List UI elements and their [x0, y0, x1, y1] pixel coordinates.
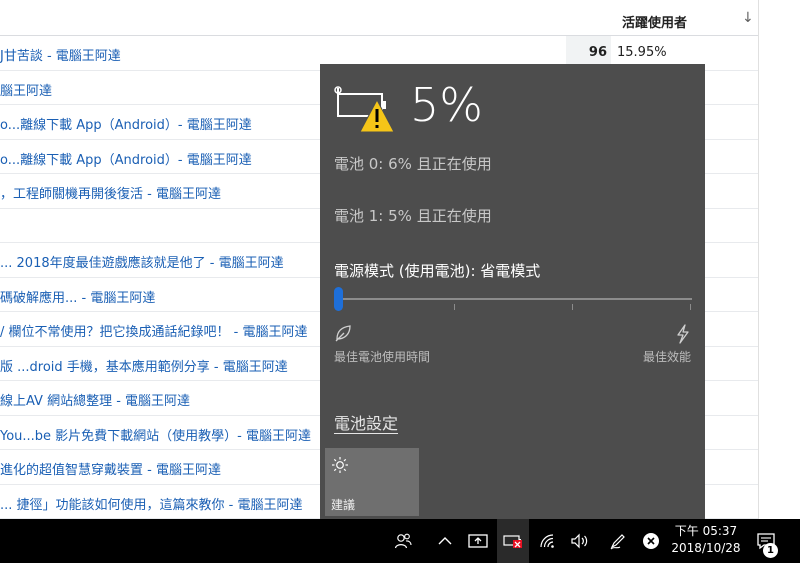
- power-mode-slider-thumb[interactable]: [334, 287, 343, 311]
- page-title-link[interactable]: 腦王阿達: [0, 80, 52, 99]
- taskbar-clock[interactable]: 下午 05:37 2018/10/28: [660, 523, 752, 557]
- page-title-link[interactable]: ，工程師關機再開後復活 - 電腦王阿達: [0, 183, 221, 202]
- best-battery-life-label: 最佳電池使用時間: [334, 350, 431, 364]
- page-title-link[interactable]: / 欄位不常使用？把它換成通話紀錄吧！ - 電腦王阿達: [0, 321, 307, 340]
- scrollbar[interactable]: [758, 0, 800, 519]
- page-title-link[interactable]: o...離線下載 App（Android）- 電腦王阿達: [0, 149, 252, 168]
- battery-warning-icon: [334, 86, 395, 133]
- screen-capture-icon[interactable]: [464, 519, 492, 563]
- battery-percentage: 5%: [410, 78, 483, 132]
- page-title-link[interactable]: o...離線下載 App（Android）- 電腦王阿達: [0, 114, 252, 133]
- pen-icon[interactable]: [604, 519, 632, 563]
- clock-date: 2018/10/28: [671, 541, 741, 555]
- slider-tick: [690, 304, 691, 310]
- volume-icon[interactable]: [566, 519, 594, 563]
- people-icon[interactable]: [388, 519, 418, 563]
- page-title-link[interactable]: 進化的超值智慧穿戴裝置 - 電腦王阿達: [0, 459, 221, 478]
- battery-flyout: 5% 電池 0: 6% 且正在使用 電池 1: 5% 且正在使用 電源模式 (使…: [320, 64, 705, 519]
- active-user-percent: 15.95%: [617, 45, 667, 60]
- page-title-link[interactable]: ... 捷徑」功能該如何使用，這篇來教你 - 電腦王阿達: [0, 494, 303, 513]
- page-title-link[interactable]: J甘苦談 - 電腦王阿達: [0, 45, 121, 64]
- power-mode-slider-track[interactable]: [334, 298, 692, 300]
- wifi-icon[interactable]: [534, 519, 562, 563]
- page-title-link[interactable]: You...be 影片免費下載網站（使用教學）- 電腦王阿達: [0, 425, 311, 444]
- slider-tick: [454, 304, 455, 310]
- slider-tick: [572, 304, 573, 310]
- lightning-icon: [677, 324, 689, 344]
- sort-arrow-icon[interactable]: ↓: [742, 10, 754, 26]
- battery-1-status: 電池 1: 5% 且正在使用: [334, 207, 492, 225]
- clock-time: 下午 05:37: [674, 524, 738, 538]
- page-title-link[interactable]: 線上AV 網站總整理 - 電腦王阿達: [0, 390, 190, 409]
- brightness-icon: [332, 457, 348, 473]
- battery-tray-icon[interactable]: [497, 519, 529, 563]
- table-header: 活躍使用者 ↓: [0, 0, 758, 36]
- battery-settings-link[interactable]: 電池設定: [334, 410, 398, 434]
- notification-count-badge: 1: [763, 543, 778, 558]
- suggestion-tile-label: 建議: [331, 498, 356, 512]
- best-performance-label: 最佳效能: [642, 350, 691, 364]
- chevron-up-icon[interactable]: [432, 519, 458, 563]
- leaf-icon: [335, 325, 351, 342]
- power-mode-label: 電源模式 (使用電池): 省電模式: [334, 262, 541, 280]
- suggestion-tile[interactable]: 建議: [325, 448, 419, 516]
- page-title-link[interactable]: ... 2018年度最佳遊戲應該就是他了 - 電腦王阿達: [0, 252, 284, 271]
- page-title-link[interactable]: 碼破解應用... - 電腦王阿達: [0, 287, 155, 306]
- battery-0-status: 電池 0: 6% 且正在使用: [334, 155, 492, 173]
- page-title-link[interactable]: 版 ...droid 手機，基本應用範例分享 - 電腦王阿達: [0, 356, 288, 375]
- taskbar: 下午 05:37 2018/10/28 1: [0, 519, 800, 563]
- column-header-active-users[interactable]: 活躍使用者: [622, 12, 687, 31]
